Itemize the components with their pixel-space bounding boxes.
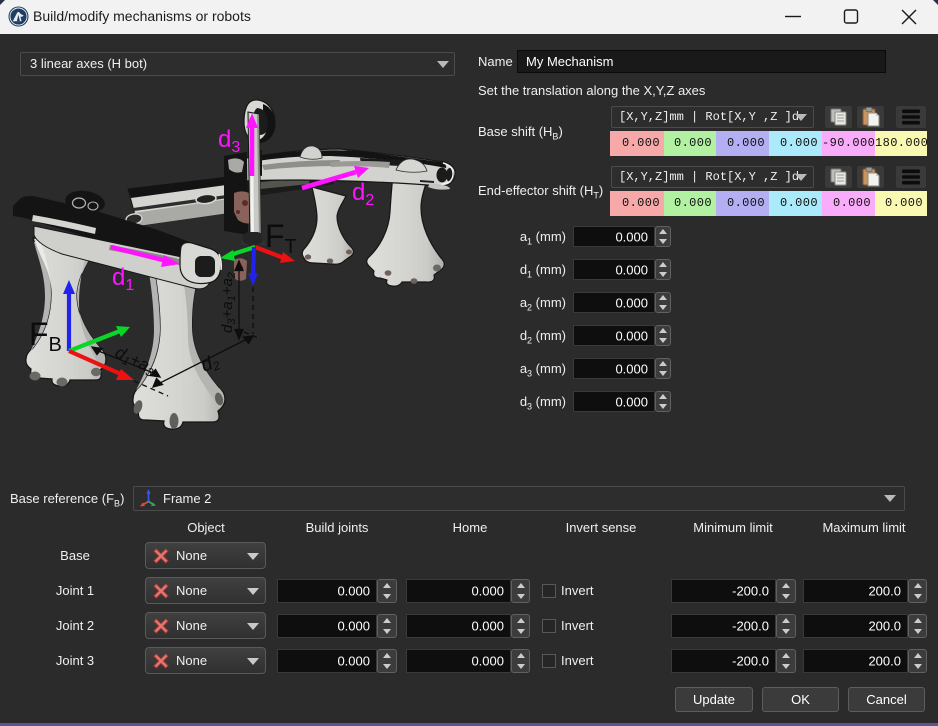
svg-text:d3: d3 (218, 126, 240, 156)
svg-text:FT: FT (265, 218, 297, 258)
svg-text:d3+a1+a2: d3+a1+a2 (219, 272, 238, 333)
svg-text:d2: d2 (352, 179, 374, 209)
